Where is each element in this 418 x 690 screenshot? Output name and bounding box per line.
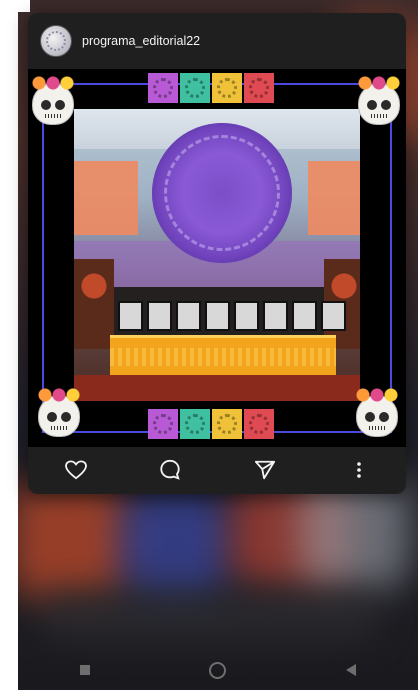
orange-tablecloth — [110, 335, 336, 378]
screen-edge — [0, 0, 18, 690]
recents-button[interactable] — [70, 655, 100, 685]
circle-icon — [209, 661, 227, 679]
home-button[interactable] — [203, 655, 233, 685]
skull-icon — [355, 76, 403, 125]
post-header: programa_editorial22 — [28, 13, 406, 69]
flower-arrangement-left — [74, 259, 114, 349]
purple-medallion — [152, 123, 292, 263]
comment-icon[interactable] — [157, 457, 183, 483]
avatar[interactable] — [40, 25, 72, 57]
orange-papel-picado-right — [308, 161, 360, 235]
triangle-icon — [346, 664, 357, 676]
post-preview-card: programa_editorial22 — [28, 13, 406, 494]
post-photo[interactable] — [28, 69, 406, 447]
altar-scene — [74, 109, 360, 401]
send-icon[interactable] — [252, 457, 278, 483]
skull-icon — [29, 76, 77, 125]
skull-icon — [353, 388, 401, 437]
orange-papel-picado-left — [74, 161, 138, 235]
floor — [74, 375, 360, 401]
skull-icon — [35, 388, 83, 437]
papel-picado-top — [148, 73, 274, 103]
username[interactable]: programa_editorial22 — [82, 34, 200, 48]
square-icon — [79, 665, 90, 675]
system-navigation-bar — [18, 650, 418, 690]
papel-picado-bottom — [148, 409, 274, 439]
more-vertical-icon[interactable] — [346, 457, 372, 483]
portrait-frames — [118, 301, 346, 331]
screen-corner — [0, 0, 30, 12]
heart-icon[interactable] — [63, 457, 89, 483]
post-actions-bar — [28, 447, 406, 494]
back-button[interactable] — [336, 655, 366, 685]
